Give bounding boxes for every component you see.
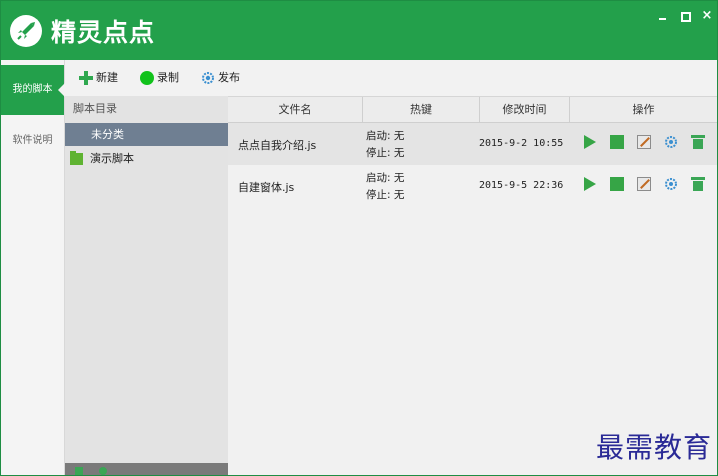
column-header-modified[interactable]: 修改时间 [480, 97, 570, 123]
settings-icon[interactable] [664, 177, 678, 191]
hotkey-start: 启动: 无 [366, 172, 405, 184]
rocket-logo-icon [10, 15, 42, 47]
directory-footer [65, 463, 228, 475]
app-window: 精灵点点 × 我的脚本 软件说明 新建 录制 发布 脚本目录 未分类 演示脚本 … [0, 0, 718, 476]
settings-icon[interactable] [664, 135, 678, 149]
record-button[interactable]: 录制 [140, 70, 190, 86]
folder-label: 演示脚本 [90, 152, 134, 165]
folder-settings-icon[interactable] [99, 467, 107, 475]
new-script-label: 新建 [96, 71, 118, 84]
add-folder-icon[interactable] [75, 467, 83, 475]
script-table: 文件名 热键 修改时间 操作 点点自我介绍.js 启动: 无 停止: 无 201… [228, 96, 717, 475]
edit-icon[interactable] [637, 177, 651, 191]
publish-button[interactable]: 发布 [201, 70, 251, 86]
title-bar: 精灵点点 × [1, 1, 717, 60]
column-header-hotkey[interactable]: 热键 [363, 97, 480, 123]
column-header-actions: 操作 [632, 103, 655, 116]
nav-item-my-scripts[interactable]: 我的脚本 [1, 65, 65, 115]
delete-icon[interactable] [691, 135, 705, 149]
watermark-text: 最需教育 [596, 431, 713, 464]
left-nav: 我的脚本 软件说明 [1, 60, 65, 475]
hotkey-stop: 停止: 无 [366, 147, 405, 159]
app-title: 精灵点点 [51, 18, 156, 47]
folder-demo-scripts[interactable]: 演示脚本 [65, 148, 228, 170]
maximize-button[interactable] [678, 9, 692, 23]
record-icon [140, 71, 154, 85]
table-header: 文件名 热键 修改时间 操作 [228, 96, 717, 123]
close-button[interactable]: × [700, 9, 714, 23]
gear-icon [201, 71, 215, 85]
category-uncategorized[interactable]: 未分类 [65, 123, 228, 146]
column-header-filename[interactable]: 文件名 [228, 97, 363, 123]
file-name: 点点自我介绍.js [238, 139, 317, 152]
table-row[interactable]: 自建窗体.js 启动: 无 停止: 无 2015-9-5 22:36 [228, 165, 717, 207]
stop-icon[interactable] [610, 177, 624, 191]
play-icon[interactable] [584, 135, 596, 149]
new-script-button[interactable]: 新建 [79, 70, 129, 86]
delete-icon[interactable] [691, 177, 705, 191]
modified-time: 2015-9-5 22:36 [479, 180, 564, 191]
hotkey-start: 启动: 无 [366, 130, 405, 142]
minimize-button[interactable] [656, 9, 670, 23]
stop-icon[interactable] [610, 135, 624, 149]
toolbar: 新建 录制 发布 [65, 60, 717, 96]
publish-label: 发布 [218, 71, 240, 84]
record-label: 录制 [157, 71, 179, 84]
modified-time: 2015-9-2 10:55 [479, 138, 564, 149]
script-directory-panel: 脚本目录 未分类 演示脚本 [65, 96, 228, 475]
directory-header: 脚本目录 [65, 96, 228, 122]
file-name: 自建窗体.js [238, 181, 295, 194]
edit-icon[interactable] [637, 135, 651, 149]
plus-icon [79, 71, 93, 85]
folder-icon [70, 151, 83, 165]
table-row[interactable]: 点点自我介绍.js 启动: 无 停止: 无 2015-9-2 10:55 [228, 123, 717, 165]
play-icon[interactable] [584, 177, 596, 191]
hotkey-stop: 停止: 无 [366, 189, 405, 201]
nav-item-software-help[interactable]: 软件说明 [1, 116, 64, 166]
